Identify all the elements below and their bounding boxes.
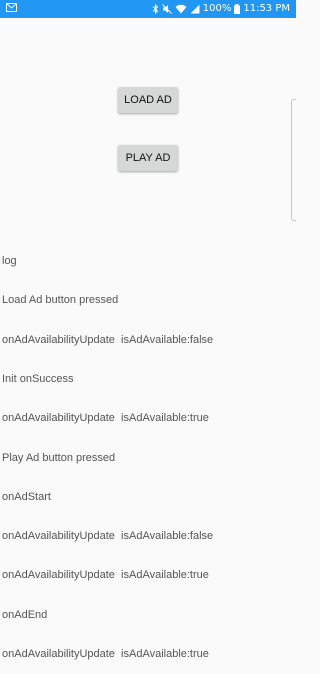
log-line: Init onSuccess bbox=[2, 373, 74, 386]
mute-icon bbox=[161, 3, 172, 14]
battery-percent: 100% bbox=[202, 3, 232, 14]
log-line: onAdAvailabilityUpdate isAdAvailable:tru… bbox=[2, 648, 209, 660]
log-line: Load Ad button pressed bbox=[2, 294, 119, 307]
log-line: onAdStart bbox=[2, 490, 51, 503]
bluetooth-icon bbox=[152, 3, 159, 14]
log-line: log bbox=[2, 255, 17, 268]
log-line: onAdAvailabilityUpdate isAdAvailable:tru… bbox=[2, 569, 209, 582]
signal-icon bbox=[190, 4, 200, 14]
play-ad-button[interactable]: PLAY AD bbox=[118, 145, 178, 171]
log-line: onAdAvailabilityUpdate isAdAvailable:fal… bbox=[2, 333, 214, 346]
log-line: onAdAvailabilityUpdate isAdAvailable:tru… bbox=[2, 412, 209, 425]
log-text: log Load Ad button pressed onAdAvailabil… bbox=[2, 229, 292, 674]
mail-icon bbox=[6, 3, 17, 12]
status-bar: 100% 11:53 PM bbox=[0, 0, 296, 18]
load-ad-button[interactable]: LOAD AD bbox=[118, 87, 178, 113]
log-line: onAdEnd bbox=[2, 608, 48, 621]
edge-panel-handle[interactable] bbox=[291, 99, 296, 221]
log-line: Play Ad button pressed bbox=[2, 451, 116, 464]
status-time: 11:53 PM bbox=[243, 3, 290, 14]
status-right: 100% 11:53 PM bbox=[152, 3, 290, 14]
wifi-icon bbox=[175, 4, 187, 14]
log-line: onAdAvailabilityUpdate isAdAvailable:fal… bbox=[2, 530, 214, 543]
status-left bbox=[6, 3, 17, 12]
battery-icon bbox=[234, 3, 241, 14]
